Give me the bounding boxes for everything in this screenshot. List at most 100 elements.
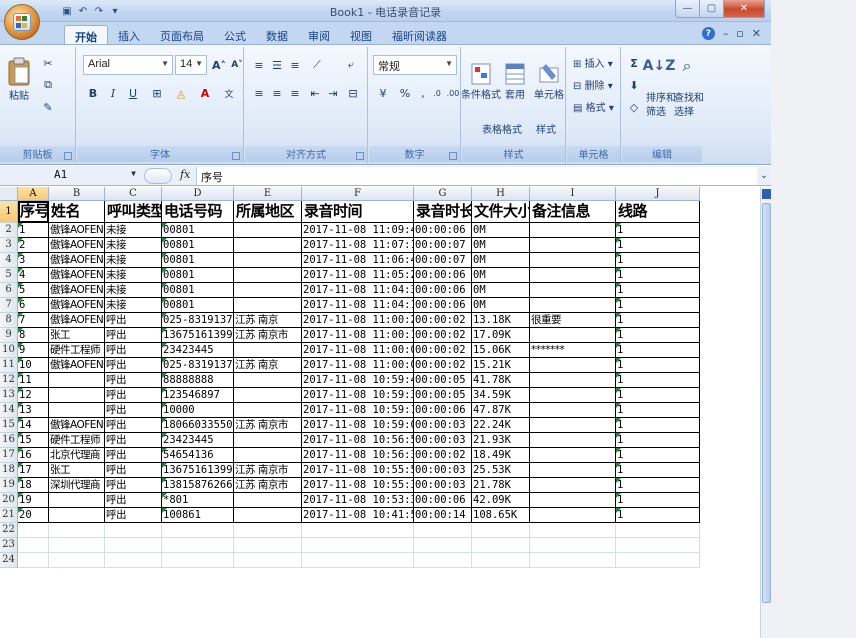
table-cell[interactable] bbox=[234, 238, 302, 253]
table-cell[interactable]: 19 bbox=[18, 493, 49, 508]
table-cell[interactable]: 00801 bbox=[162, 223, 234, 238]
row-header-9[interactable]: 9 bbox=[0, 328, 18, 343]
empty-cell[interactable] bbox=[472, 523, 530, 538]
row-header-24[interactable]: 24 bbox=[0, 553, 18, 568]
table-cell[interactable]: 00:00:02 bbox=[414, 313, 472, 328]
ribbon-minimize-icon[interactable]: – bbox=[723, 27, 729, 40]
tab-3[interactable]: 公式 bbox=[214, 25, 256, 45]
row-header-8[interactable]: 8 bbox=[0, 313, 18, 328]
table-cell[interactable]: 0M bbox=[472, 298, 530, 313]
table-cell[interactable]: 江苏 南京市 bbox=[234, 328, 302, 343]
sort-filter-button[interactable]: A↓Z bbox=[643, 51, 676, 81]
empty-cell[interactable] bbox=[49, 538, 105, 553]
table-cell[interactable]: 江苏 南京市 bbox=[234, 418, 302, 433]
clipboard-launcher-icon[interactable] bbox=[64, 152, 72, 160]
orientation-icon[interactable]: ⟋ bbox=[307, 55, 327, 75]
table-cell[interactable]: 2017-11-08 10:56:30 bbox=[302, 448, 414, 463]
row-header-22[interactable]: 22 bbox=[0, 523, 18, 538]
empty-cell[interactable] bbox=[49, 523, 105, 538]
empty-cell[interactable] bbox=[234, 553, 302, 568]
header-cell[interactable]: 所属地区 bbox=[234, 201, 302, 223]
table-cell[interactable]: 未接 bbox=[105, 253, 162, 268]
table-cell[interactable]: 2017-11-08 11:00:20 bbox=[302, 313, 414, 328]
table-cell[interactable]: 1 bbox=[616, 403, 700, 418]
table-cell[interactable]: 呼出 bbox=[105, 448, 162, 463]
align-center-icon[interactable]: ≡ bbox=[267, 83, 287, 103]
table-cell[interactable]: 0M bbox=[472, 223, 530, 238]
table-cell[interactable] bbox=[530, 223, 616, 238]
table-cell[interactable]: 00:00:03 bbox=[414, 418, 472, 433]
font-color-icon[interactable]: A bbox=[195, 83, 215, 103]
table-cell[interactable]: 1 bbox=[616, 343, 700, 358]
table-cell[interactable]: 2017-11-08 10:41:51 bbox=[302, 508, 414, 523]
table-cell[interactable]: 江苏 南京 bbox=[234, 358, 302, 373]
empty-cell[interactable] bbox=[616, 538, 700, 553]
table-cell[interactable] bbox=[530, 493, 616, 508]
table-cell[interactable]: 1 bbox=[616, 328, 700, 343]
decrease-decimal-icon[interactable]: .00 bbox=[443, 83, 463, 103]
align-bottom-icon[interactable]: ≡ bbox=[285, 55, 305, 75]
table-cell[interactable] bbox=[530, 433, 616, 448]
row-header-2[interactable]: 2 bbox=[0, 223, 18, 238]
row-header-23[interactable]: 23 bbox=[0, 538, 18, 553]
increase-indent-icon[interactable]: ⇥ bbox=[323, 83, 343, 103]
table-cell[interactable]: 00:00:06 bbox=[414, 493, 472, 508]
table-cell[interactable] bbox=[234, 298, 302, 313]
table-cell[interactable]: 25.53K bbox=[472, 463, 530, 478]
font-size-select[interactable]: 14 ▼ bbox=[175, 55, 207, 75]
tab-5[interactable]: 审阅 bbox=[298, 25, 340, 45]
column-header-i[interactable]: I bbox=[530, 187, 616, 201]
table-cell[interactable]: 11 bbox=[18, 373, 49, 388]
table-cell[interactable]: 100861 bbox=[162, 508, 234, 523]
table-cell[interactable]: 0M bbox=[472, 238, 530, 253]
table-cell[interactable]: 硬件工程师 bbox=[49, 433, 105, 448]
table-cell[interactable]: 1 bbox=[616, 268, 700, 283]
expand-formula-icon[interactable]: ⌄ bbox=[757, 166, 771, 186]
phonetic-icon[interactable]: 文 bbox=[219, 83, 239, 103]
empty-cell[interactable] bbox=[18, 553, 49, 568]
empty-cell[interactable] bbox=[18, 523, 49, 538]
row-header-16[interactable]: 16 bbox=[0, 433, 18, 448]
table-cell[interactable] bbox=[234, 283, 302, 298]
ribbon-restore-icon[interactable]: ▫ bbox=[736, 27, 743, 40]
table-cell[interactable]: 呼出 bbox=[105, 388, 162, 403]
table-cell[interactable]: 2017-11-08 11:00:09 bbox=[302, 343, 414, 358]
table-cell[interactable]: 1 bbox=[616, 223, 700, 238]
row-header-21[interactable]: 21 bbox=[0, 508, 18, 523]
empty-cell[interactable] bbox=[616, 523, 700, 538]
table-cell[interactable]: 呼出 bbox=[105, 373, 162, 388]
clear-icon[interactable]: ◇ bbox=[624, 97, 644, 117]
table-cell[interactable]: 3 bbox=[18, 253, 49, 268]
table-cell[interactable]: 2017-11-08 10:59:10 bbox=[302, 403, 414, 418]
table-cell[interactable]: 2017-11-08 10:55:38 bbox=[302, 478, 414, 493]
paste-button[interactable]: 粘贴 bbox=[4, 51, 34, 107]
scroll-thumb[interactable] bbox=[762, 203, 771, 603]
row-header-13[interactable]: 13 bbox=[0, 388, 18, 403]
empty-cell[interactable] bbox=[234, 523, 302, 538]
table-cell[interactable] bbox=[530, 418, 616, 433]
table-cell[interactable]: 13 bbox=[18, 403, 49, 418]
table-cell[interactable]: 呼出 bbox=[105, 313, 162, 328]
table-cell[interactable]: 呼出 bbox=[105, 508, 162, 523]
row-header-4[interactable]: 4 bbox=[0, 253, 18, 268]
table-cell[interactable]: 00:00:02 bbox=[414, 343, 472, 358]
table-cell[interactable]: 硬件工程师 bbox=[49, 343, 105, 358]
table-cell[interactable]: 北京代理商 bbox=[49, 448, 105, 463]
formula-input[interactable]: 序号 bbox=[196, 167, 757, 185]
minimize-button[interactable]: — bbox=[675, 0, 700, 18]
table-cell[interactable]: 00801 bbox=[162, 268, 234, 283]
table-cell[interactable]: 2017-11-08 10:56:52 bbox=[302, 433, 414, 448]
column-header-f[interactable]: F bbox=[302, 187, 414, 201]
table-cell[interactable]: 47.87K bbox=[472, 403, 530, 418]
cell-styles-button[interactable]: 单元格 bbox=[532, 51, 566, 111]
table-cell[interactable]: 傲锋AOFENG bbox=[49, 238, 105, 253]
maximize-button[interactable]: ▢ bbox=[699, 0, 724, 18]
table-cell[interactable]: 呼出 bbox=[105, 358, 162, 373]
table-cell[interactable]: 傲锋AOFENG bbox=[49, 268, 105, 283]
table-cell[interactable]: 6 bbox=[18, 298, 49, 313]
table-cell[interactable]: 深圳代理商 bbox=[49, 478, 105, 493]
close-button[interactable]: ✕ bbox=[723, 0, 765, 18]
empty-cell[interactable] bbox=[105, 523, 162, 538]
tab-6[interactable]: 视图 bbox=[340, 25, 382, 45]
table-cell[interactable]: 13675161399 bbox=[162, 328, 234, 343]
